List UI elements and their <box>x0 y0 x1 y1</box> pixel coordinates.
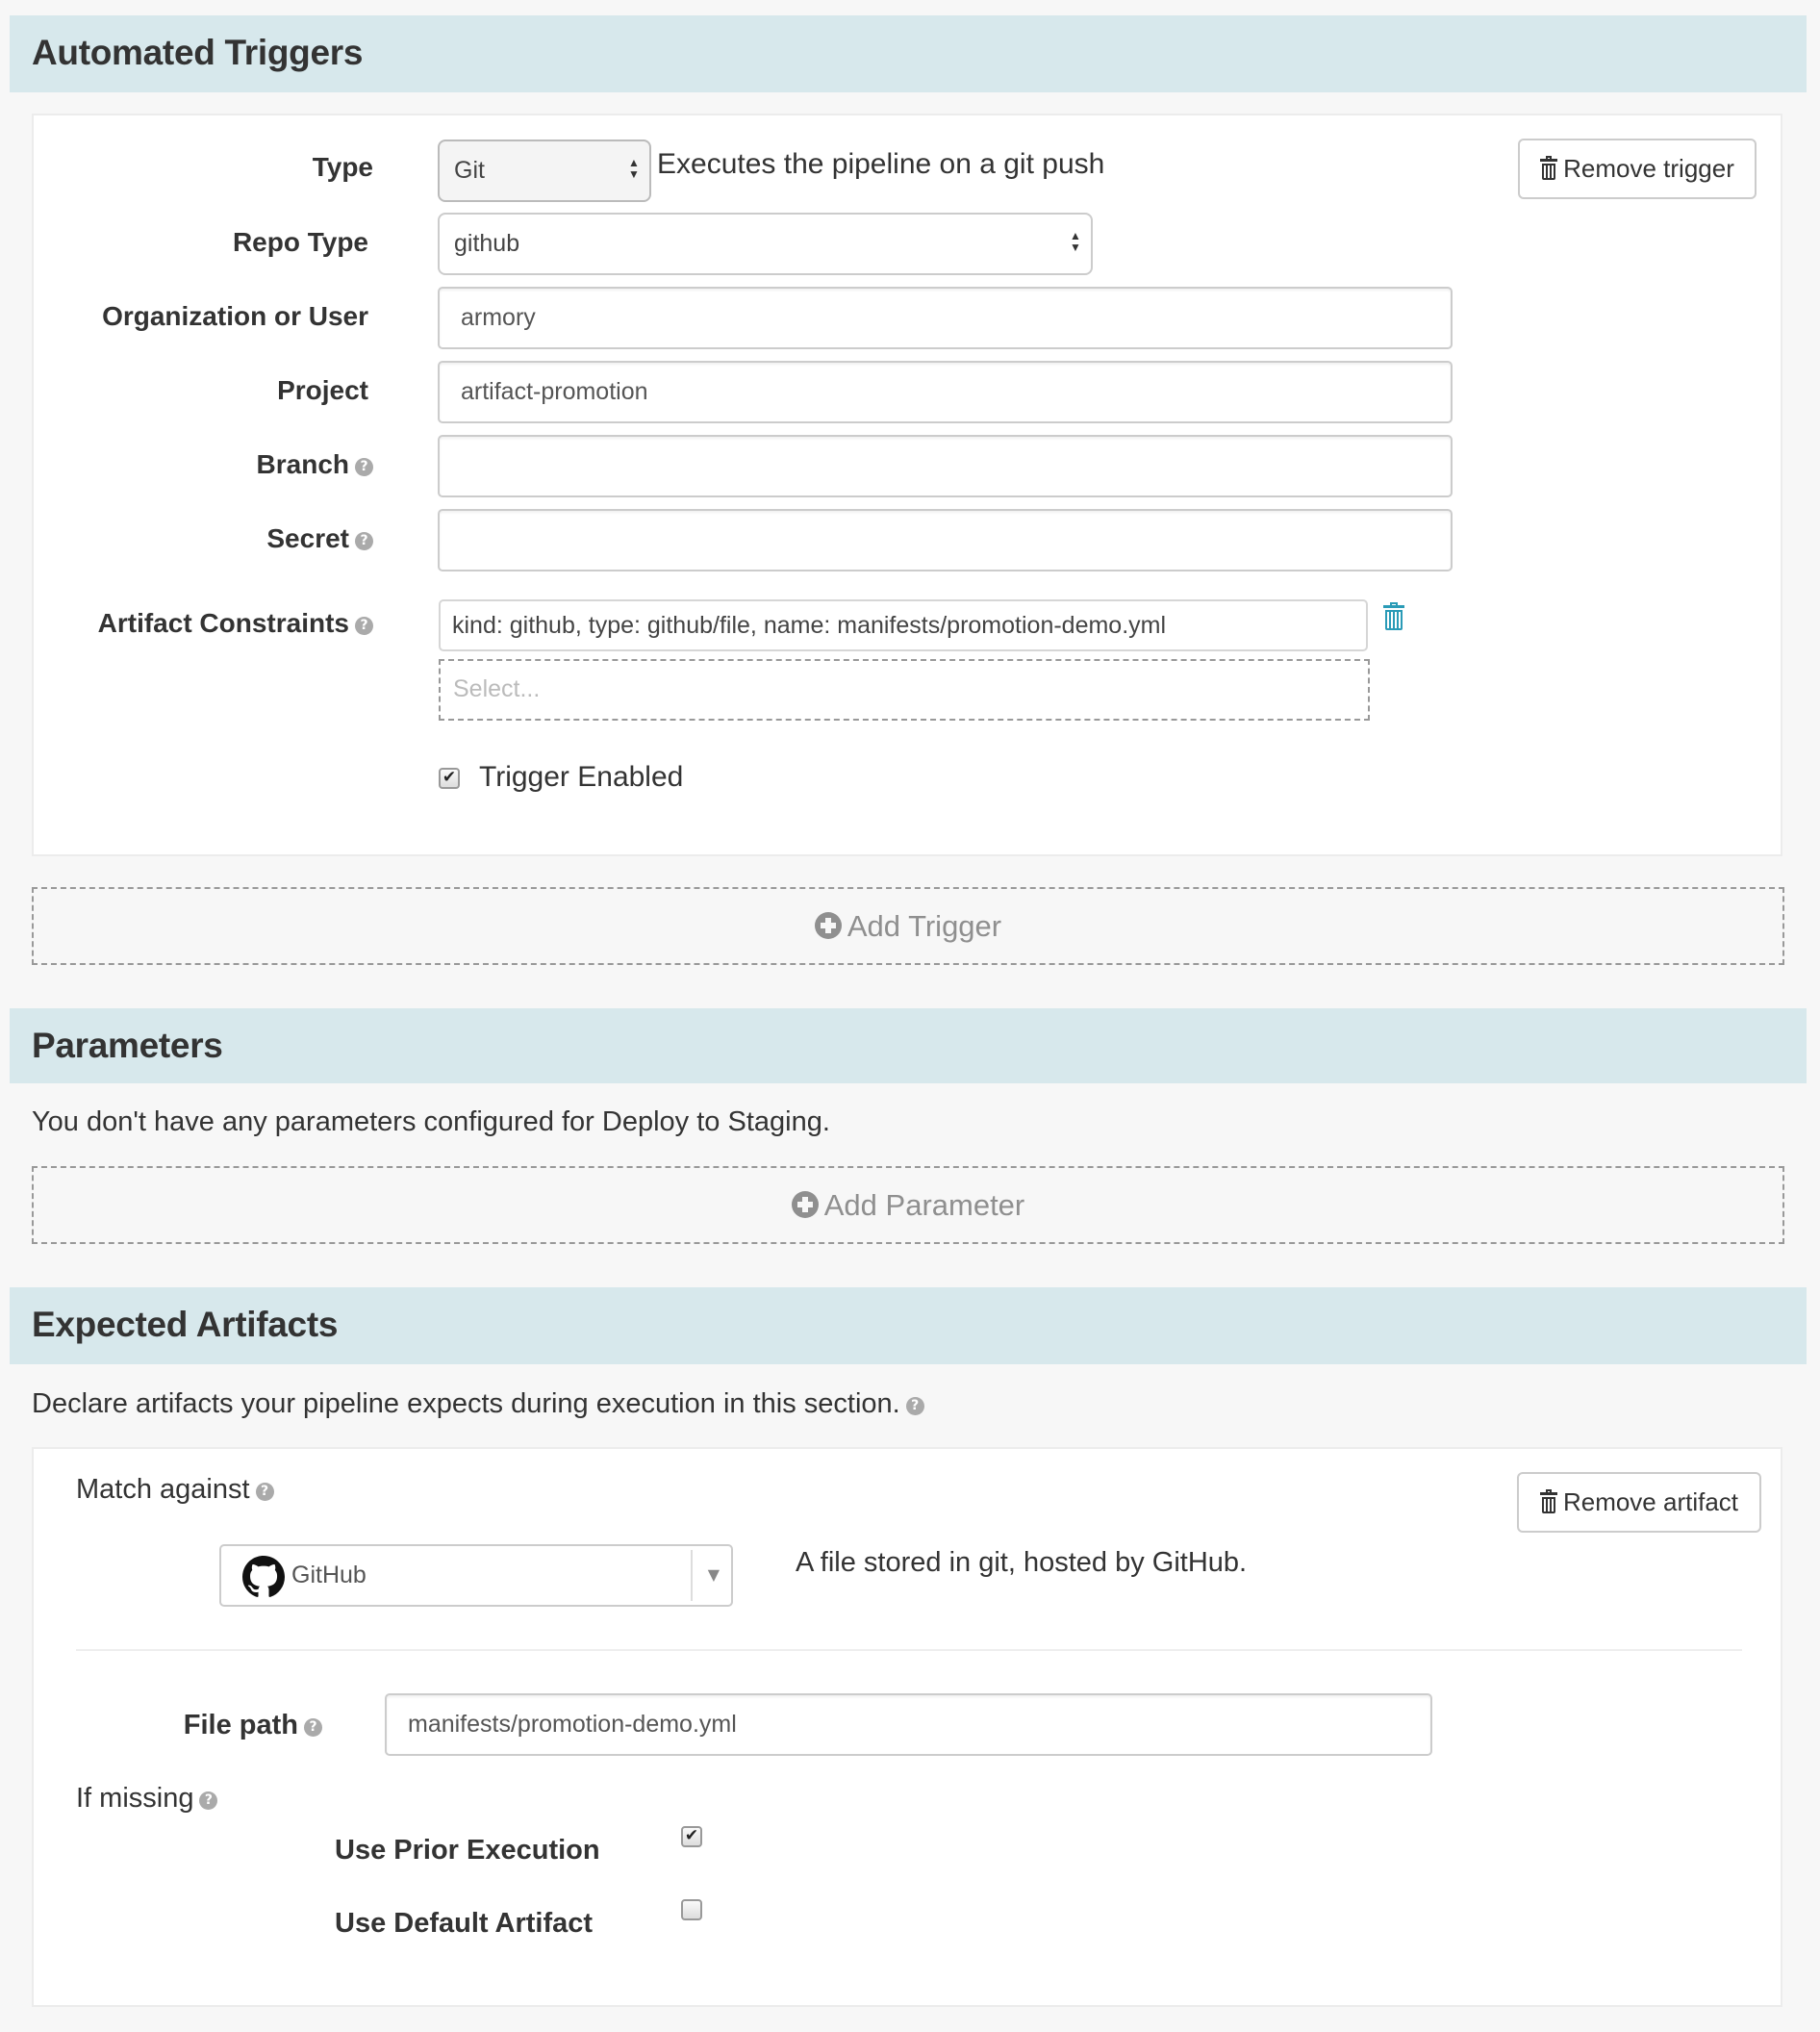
remove-artifact-label: Remove artifact <box>1562 1487 1739 1516</box>
help-icon[interactable]: ? <box>199 1791 218 1810</box>
project-input[interactable]: artifact-promotion <box>438 361 1453 423</box>
secret-label-text: Secret <box>266 523 349 553</box>
artifact-constraint-select[interactable]: Select... <box>439 659 1370 721</box>
add-trigger-label: Add Trigger <box>847 909 1002 943</box>
help-icon[interactable]: ? <box>355 532 373 550</box>
trash-icon <box>1540 156 1558 181</box>
use-prior-execution-checkbox[interactable]: ✔ <box>681 1826 702 1847</box>
section-header-artifacts: Expected Artifacts <box>10 1287 1807 1364</box>
project-label: Project <box>277 375 368 405</box>
expected-artifact-card: Match against? Remove artifact GitHub ▼ … <box>32 1447 1782 2007</box>
github-icon <box>242 1556 285 1597</box>
plus-circle-icon <box>814 912 842 939</box>
remove-trigger-button[interactable]: Remove trigger <box>1518 139 1757 199</box>
remove-artifact-button[interactable]: Remove artifact <box>1517 1472 1761 1533</box>
use-default-artifact-label: Use Default Artifact <box>335 1908 594 1939</box>
plus-circle-icon <box>791 1191 819 1218</box>
divider <box>76 1649 1742 1651</box>
help-icon[interactable]: ? <box>905 1397 924 1415</box>
artifact-constraints-label: Artifact Constraints? <box>34 608 373 639</box>
section-title-triggers: Automated Triggers <box>32 33 364 72</box>
help-icon[interactable]: ? <box>355 617 373 635</box>
trash-icon <box>1383 602 1404 631</box>
secret-label: Secret? <box>34 523 373 554</box>
if-missing-label: If missing? <box>76 1783 218 1815</box>
trash-icon <box>1539 1489 1557 1514</box>
branch-input[interactable] <box>438 435 1453 497</box>
file-path-input[interactable]: manifests/promotion-demo.yml <box>385 1693 1432 1756</box>
artifacts-description-text: Declare artifacts your pipeline expects … <box>32 1388 900 1419</box>
trigger-enabled-label: Trigger Enabled <box>479 761 684 793</box>
section-header-parameters: Parameters <box>10 1008 1807 1083</box>
add-parameter-label: Add Parameter <box>823 1188 1025 1222</box>
match-against-value: GitHub <box>291 1562 367 1588</box>
branch-label-text: Branch <box>256 449 349 479</box>
remove-constraint-button[interactable] <box>1383 602 1410 632</box>
remove-trigger-label: Remove trigger <box>1563 154 1734 183</box>
type-select-value: Git <box>454 157 485 184</box>
trigger-card: Type Git ▲ ▼ Executes the pipeline on a g… <box>32 114 1782 856</box>
match-against-description: A file stored in git, hosted by GitHub. <box>796 1547 1248 1578</box>
parameters-empty-message: You don't have any parameters configured… <box>32 1106 830 1137</box>
select-arrows-icon: ▲ ▼ <box>628 156 640 181</box>
artifact-constraint-item: kind: github, type: github/file, name: m… <box>439 599 1368 651</box>
match-against-label: Match against? <box>76 1474 274 1506</box>
organization-input[interactable]: armory <box>438 287 1453 349</box>
select-divider <box>691 1550 693 1601</box>
match-against-label-text: Match against <box>76 1474 250 1505</box>
use-prior-execution-label: Use Prior Execution <box>335 1835 600 1866</box>
repo-type-label: Repo Type <box>232 227 368 257</box>
branch-label: Branch? <box>34 449 373 480</box>
if-missing-label-text: If missing <box>76 1783 194 1814</box>
organization-label: Organization or User <box>102 301 368 331</box>
type-label-text: Type <box>312 152 373 182</box>
section-title-artifacts: Expected Artifacts <box>32 1305 339 1344</box>
secret-input[interactable] <box>438 509 1453 572</box>
type-label: Type <box>34 152 373 183</box>
file-path-label-text: File path <box>183 1710 298 1740</box>
artifacts-description: Declare artifacts your pipeline expects … <box>32 1388 924 1420</box>
artifact-constraints-label-text: Artifact Constraints <box>97 608 349 638</box>
use-default-artifact-checkbox[interactable] <box>681 1899 702 1920</box>
add-trigger-button[interactable]: Add Trigger <box>32 887 1784 965</box>
match-against-select[interactable]: GitHub ▼ <box>219 1544 733 1607</box>
trigger-enabled-checkbox[interactable]: ✔ <box>439 768 460 789</box>
file-path-label: File path? <box>34 1710 322 1741</box>
add-parameter-button[interactable]: Add Parameter <box>32 1166 1784 1244</box>
section-header-triggers: Automated Triggers <box>10 15 1807 92</box>
repo-type-select[interactable]: github ▲ ▼ <box>438 213 1093 275</box>
help-icon[interactable]: ? <box>255 1483 274 1501</box>
select-arrows-icon: ▲ ▼ <box>1070 229 1081 254</box>
type-select[interactable]: Git ▲ ▼ <box>438 140 651 202</box>
repo-type-select-value: github <box>454 230 520 257</box>
chevron-down-icon[interactable]: ▼ <box>708 1546 720 1604</box>
help-icon[interactable]: ? <box>304 1718 322 1737</box>
section-title-parameters: Parameters <box>32 1026 223 1065</box>
help-icon[interactable]: ? <box>355 458 373 476</box>
type-description: Executes the pipeline on a git push <box>657 148 1105 180</box>
